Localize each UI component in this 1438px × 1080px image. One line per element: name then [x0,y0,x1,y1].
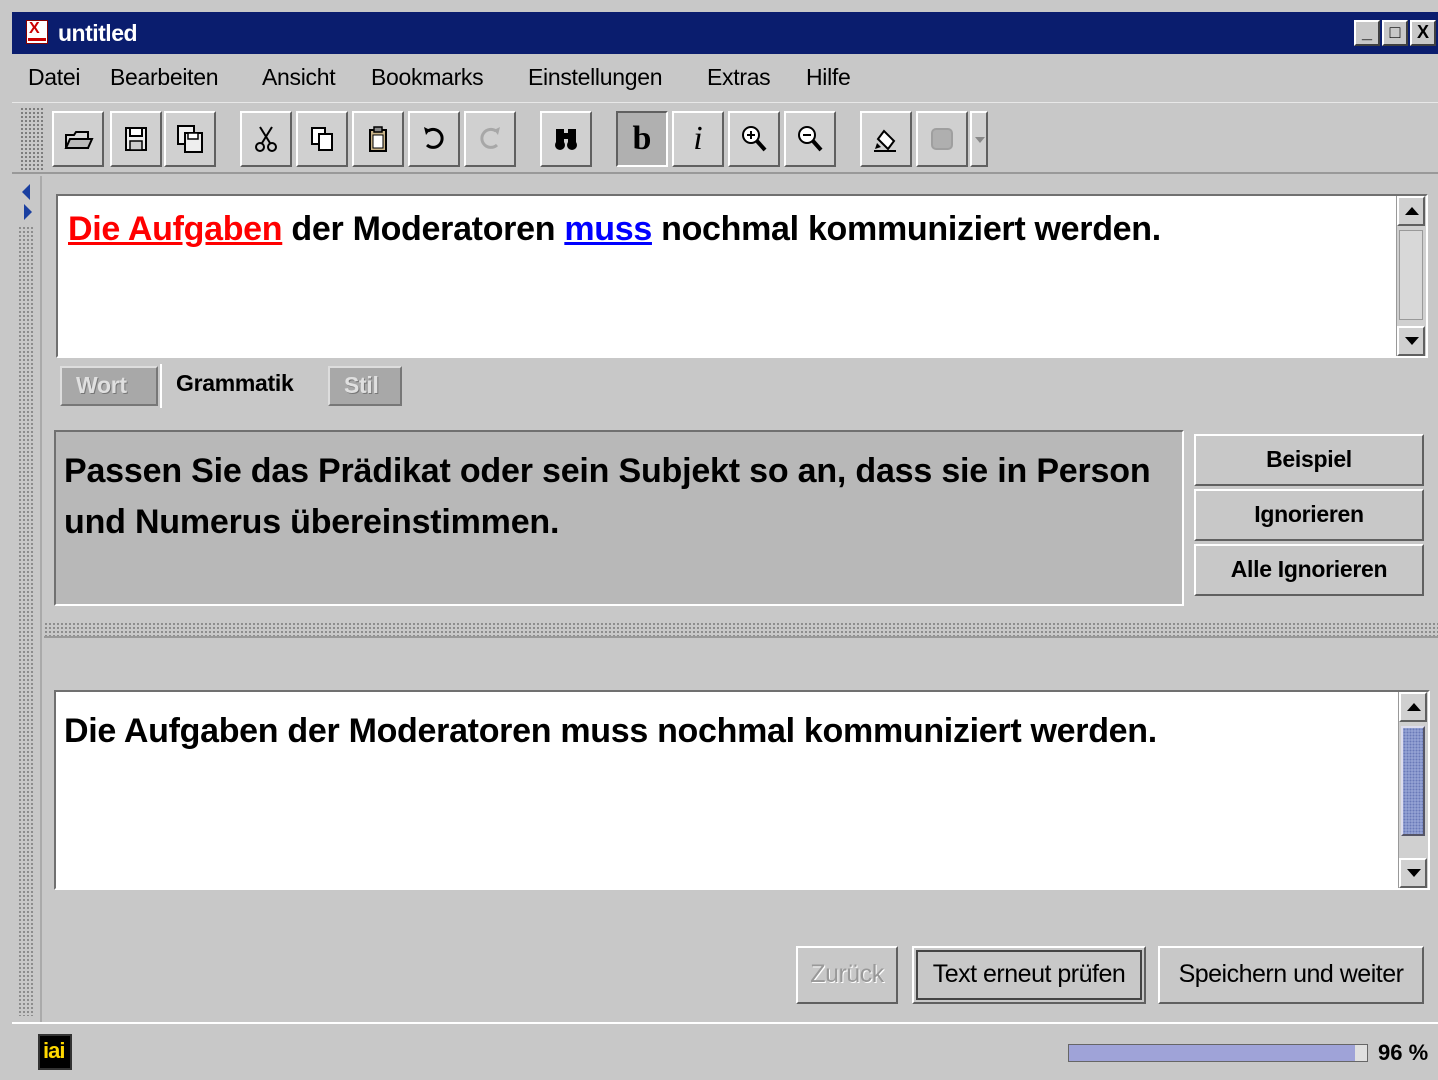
tab-stil[interactable]: Stil [328,366,402,406]
redo-button[interactable] [464,111,516,167]
horizontal-splitter[interactable] [44,622,1438,638]
back-button[interactable]: Zurück [796,946,898,1004]
scroll-thumb[interactable] [1401,726,1425,836]
analysis-text-segment: der Moderatoren [282,210,565,248]
menu-bearbeiten[interactable]: Bearbeiten [110,64,219,91]
menu-hilfe[interactable]: Hilfe [806,64,851,91]
bottom-scrollbar[interactable] [1398,692,1428,888]
stop-icon [931,128,953,150]
ignore-all-button[interactable]: Alle Ignorieren [1194,544,1424,596]
window-title: untitled [58,20,138,46]
check-button[interactable] [860,111,912,167]
bold-icon: b [632,120,652,157]
tab-wort[interactable]: Wort [60,366,158,406]
error-predicate[interactable]: muss [564,210,652,248]
status-bar: iai 96 % [12,1022,1438,1080]
progress-fill [1069,1045,1356,1061]
menu-einstellungen[interactable]: Einstellungen [528,64,663,91]
left-splitter[interactable] [12,176,42,1022]
minimize-button[interactable]: _ [1354,20,1380,46]
top-scrollbar[interactable] [1396,196,1426,356]
scroll-up-button[interactable] [1399,692,1427,722]
scroll-down-button[interactable] [1397,326,1425,356]
stop-button[interactable] [916,111,968,167]
cut-icon [255,126,277,152]
toolbar: b i [12,102,1438,174]
zoom-out-icon [798,126,823,152]
recheck-button[interactable]: Text erneut prüfen [912,946,1146,1004]
menu-datei[interactable]: Datei [28,64,81,91]
tab-grammatik[interactable]: Grammatik [160,364,326,408]
progress-bar [1068,1044,1368,1062]
undo-button[interactable] [408,111,460,167]
save-all-icon [177,125,203,153]
grammar-message-panel: Passen Sie das Prädikat oder sein Subjek… [54,430,1184,606]
menu-bookmarks[interactable]: Bookmarks [371,64,484,91]
copy-icon [311,127,333,151]
cut-button[interactable] [240,111,292,167]
menu-extras[interactable]: Extras [707,64,771,91]
edit-text[interactable]: Die Aufgaben der Moderatoren muss nochma… [64,712,1157,751]
undo-icon [424,127,444,149]
redo-icon [480,127,500,149]
save-icon [125,127,147,151]
maximize-button[interactable]: □ [1382,20,1408,46]
edit-text-area[interactable]: Die Aufgaben der Moderatoren muss nochma… [54,690,1430,890]
italic-button[interactable]: i [672,111,724,167]
iai-logo-icon: iai [38,1034,72,1070]
save-all-button[interactable] [164,111,216,167]
grammar-message: Passen Sie das Prädikat oder sein Subjek… [64,452,1151,541]
save-and-continue-button[interactable]: Speichern und weiter [1158,946,1424,1004]
zoom-out-button[interactable] [784,111,836,167]
menu-ansicht[interactable]: Ansicht [262,64,336,91]
analysis-text-segment: nochmal kommuniziert werden. [651,210,1161,248]
open-icon [64,131,94,149]
open-button[interactable] [52,111,104,167]
copy-button[interactable] [296,111,348,167]
analysis-text: Die Aufgaben der Moderatoren muss nochma… [68,210,1161,249]
expand-right-icon[interactable] [24,204,32,220]
close-button[interactable]: X [1410,20,1436,46]
collapse-left-icon[interactable] [22,184,30,200]
zoom-in-button[interactable] [728,111,780,167]
splitter-grip[interactable] [18,226,34,1016]
toolbar-dropdown[interactable] [970,111,988,167]
find-button[interactable] [540,111,592,167]
scroll-down-button[interactable] [1399,858,1427,888]
zoom-in-icon [742,126,767,152]
italic-icon: i [693,120,703,157]
error-subject[interactable]: Die Aufgaben [68,210,283,248]
example-button[interactable]: Beispiel [1194,434,1424,486]
ignore-button[interactable]: Ignorieren [1194,489,1424,541]
logo-text: iai [43,1038,65,1063]
check-icon [874,129,896,152]
progress-label: 96 % [1378,1040,1429,1065]
find-icon [555,129,577,150]
menu-bar: Datei Bearbeiten Ansicht Bookmarks Einst… [12,56,1438,102]
scroll-up-button[interactable] [1397,196,1425,226]
scroll-track[interactable] [1399,230,1423,320]
app-icon[interactable] [26,20,48,44]
save-button[interactable] [110,111,162,167]
toolbar-grip[interactable] [20,107,44,171]
title-bar: untitled _ □ X [12,12,1438,54]
paste-button[interactable] [352,111,404,167]
paste-icon [369,126,387,152]
analysis-text-area[interactable]: Die Aufgaben der Moderatoren muss nochma… [56,194,1428,358]
bold-button[interactable]: b [616,111,668,167]
